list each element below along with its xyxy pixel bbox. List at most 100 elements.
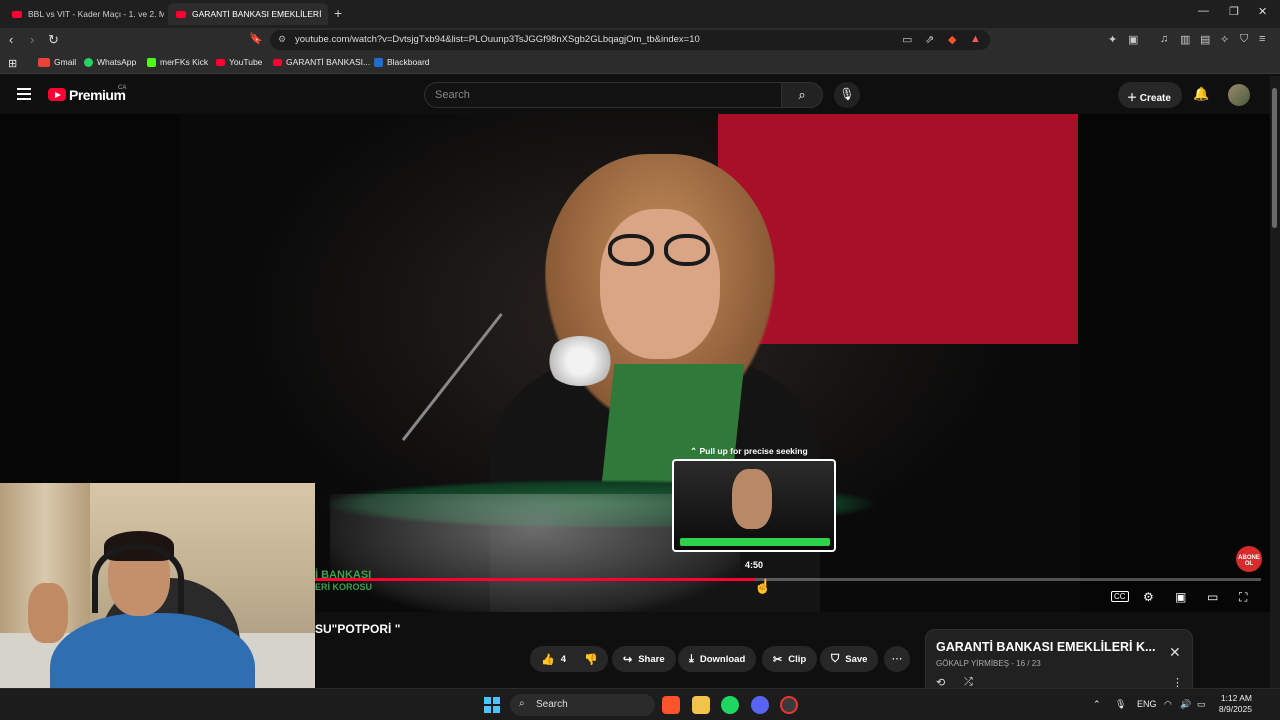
reload-icon[interactable]: ↻: [48, 32, 59, 48]
scissors-icon: ✂: [773, 653, 783, 666]
sidebar-icon[interactable]: ▥: [1180, 33, 1190, 46]
bookmark-whatsapp[interactable]: WhatsApp: [84, 57, 136, 67]
tray-overflow-icon[interactable]: ⌃: [1093, 699, 1101, 710]
bookmark-youtube[interactable]: YouTube: [216, 57, 262, 67]
bookmark-blackboard[interactable]: Blackboard: [374, 57, 430, 67]
close-window-icon[interactable]: ✕: [1258, 5, 1267, 18]
windows-start-icon[interactable]: [484, 697, 500, 713]
minimize-icon[interactable]: —: [1198, 5, 1209, 17]
leo-ai-icon[interactable]: ✧: [1220, 33, 1229, 46]
logo-text[interactable]: Premium: [69, 87, 126, 103]
bookmark-label: YouTube: [229, 57, 263, 67]
settings-gear-icon[interactable]: ⚙: [1143, 590, 1154, 604]
clip-button[interactable]: ✂ Clip: [762, 646, 818, 672]
tab-bbl-vs-vit[interactable]: BBL vs VIT - Kader Maçı - 1. ve 2. MA: [4, 3, 164, 25]
microphone-icon: 🎙: [839, 87, 855, 101]
download-button[interactable]: ⤓ Download: [678, 646, 757, 672]
bookmark-icon[interactable]: 🔖: [249, 32, 263, 45]
page-scrollbar[interactable]: [1270, 76, 1280, 688]
cast-icon[interactable]: ▭: [902, 33, 912, 46]
notifications-bell-icon[interactable]: 🔔: [1193, 86, 1209, 102]
app-icon[interactable]: [780, 696, 798, 714]
thumbs-up-icon[interactable]: 👍: [541, 653, 555, 666]
like-dislike-group[interactable]: 👍 4 👎: [530, 646, 608, 672]
bookmark-kick[interactable]: merFKs Kick: [147, 57, 208, 67]
share-page-icon[interactable]: ⇗: [925, 33, 934, 46]
back-icon[interactable]: ‹: [9, 32, 13, 47]
scrollbar-thumb[interactable]: [1272, 88, 1277, 228]
speaker-glasses: [608, 234, 716, 268]
youtube-icon: [273, 58, 282, 66]
voice-search-button[interactable]: 🎙: [834, 82, 860, 108]
fullscreen-icon[interactable]: ⛶: [1239, 590, 1247, 605]
video-overlay-subbrand: ERİ KOROSU: [315, 582, 373, 592]
close-playlist-icon[interactable]: ✕: [1169, 644, 1181, 661]
screenshot-icon[interactable]: ▣: [1128, 33, 1138, 46]
blackboard-icon: [374, 57, 383, 67]
clip-label: Clip: [788, 653, 807, 665]
youtube-logo-icon[interactable]: [48, 88, 66, 101]
tab-title: BBL vs VIT - Kader Maçı - 1. ve 2. MA: [28, 9, 164, 19]
battery-icon[interactable]: ▭: [1197, 699, 1206, 710]
file-explorer-icon[interactable]: [692, 696, 710, 714]
taskbar-clock[interactable]: 1:12 AM 8/9/2025: [1216, 693, 1252, 715]
webcam-person-hand: [28, 583, 68, 643]
volume-icon[interactable]: 🔊: [1180, 699, 1191, 710]
headset-icon: [92, 543, 184, 613]
create-button[interactable]: ＋ Create: [1118, 82, 1182, 108]
hamburger-menu-icon[interactable]: [17, 88, 31, 103]
vpn-icon[interactable]: ⛉: [1240, 33, 1248, 46]
address-toolbar: ‹ › ↻ 🔖 ⚙ youtube.com/watch?v=DvtsjgTxb9…: [0, 28, 1280, 52]
url-text: youtube.com/watch?v=DvtsjgTxb94&list=PLO…: [295, 34, 700, 45]
search-icon: ⌕: [798, 87, 806, 102]
share-button[interactable]: ↪ Share: [612, 646, 676, 672]
menu-icon[interactable]: ≡: [1259, 33, 1265, 45]
progress-bar[interactable]: [315, 578, 1261, 581]
white-bow: [545, 336, 615, 386]
taskbar-search[interactable]: ⌕ Search: [510, 694, 655, 716]
microphone-tray-icon[interactable]: 🎙: [1115, 699, 1126, 710]
thumbs-down-icon[interactable]: 👎: [584, 653, 598, 666]
bookmark-gmail[interactable]: Gmail: [38, 57, 76, 67]
more-actions-icon[interactable]: ⋯: [884, 646, 910, 672]
new-tab-button[interactable]: +: [334, 5, 342, 21]
media-icon[interactable]: ♫: [1160, 33, 1168, 45]
seek-preview-thumbnail: [672, 459, 836, 552]
discord-icon[interactable]: [751, 696, 769, 714]
gmail-icon: [38, 57, 50, 67]
mouse-cursor-icon: ☝: [754, 578, 772, 594]
wallet-icon[interactable]: ▤: [1200, 33, 1210, 46]
tab-title: GARANTİ BANKASI EMEKLİLERİ: [192, 9, 322, 19]
playlist-title[interactable]: GARANTİ BANKASI EMEKLİLERİ K...: [936, 640, 1155, 654]
search-input[interactable]: Search: [424, 82, 782, 108]
bookmark-garanti[interactable]: GARANTİ BANKASI...: [273, 57, 370, 67]
apps-grid-icon[interactable]: ⊞: [8, 57, 17, 70]
windows-taskbar: ⌕ Search ⌃ 🎙 ENG ◠ 🔊 ▭ 1:12 AM 8/9/2025: [0, 688, 1280, 720]
extensions-icon[interactable]: ✦: [1108, 33, 1117, 46]
bookmark-label: GARANTİ BANKASI...: [286, 57, 371, 67]
spotify-icon[interactable]: [721, 696, 739, 714]
brave-rewards-icon[interactable]: ▲: [970, 33, 981, 45]
tab-garanti-bankasi[interactable]: GARANTİ BANKASI EMEKLİLERİ ✕: [168, 3, 328, 25]
site-info-icon[interactable]: ⚙: [278, 34, 286, 45]
close-tab-icon[interactable]: ✕: [327, 9, 328, 20]
brave-browser-icon[interactable]: [662, 696, 680, 714]
account-avatar[interactable]: [1228, 84, 1250, 106]
miniplayer-icon[interactable]: ▣: [1175, 590, 1186, 604]
maximize-icon[interactable]: ❐: [1229, 5, 1239, 18]
youtube-header: Premium CA Search ⌕ 🎙 ＋ Create 🔔: [0, 76, 1280, 114]
forward-icon[interactable]: ›: [30, 32, 34, 47]
subtitles-icon[interactable]: CC: [1111, 591, 1129, 602]
wifi-icon[interactable]: ◠: [1164, 699, 1172, 710]
language-indicator[interactable]: ENG: [1137, 699, 1157, 709]
theater-mode-icon[interactable]: ▭: [1207, 590, 1218, 604]
download-label: Download: [699, 653, 746, 665]
search-button[interactable]: ⌕: [781, 82, 823, 108]
seek-preview-time: 4:50: [745, 560, 764, 570]
subscribe-watermark[interactable]: ABONE OL: [1236, 546, 1262, 572]
brave-shields-icon[interactable]: ◆: [948, 33, 956, 46]
url-field[interactable]: ⚙ youtube.com/watch?v=DvtsjgTxb94&list=P…: [270, 30, 990, 50]
youtube-favicon-icon: [12, 10, 22, 18]
save-button[interactable]: ⛉ Save: [820, 646, 879, 672]
bookmarks-bar: ⊞ Gmail WhatsApp merFKs Kick YouTube GAR…: [0, 52, 1280, 74]
